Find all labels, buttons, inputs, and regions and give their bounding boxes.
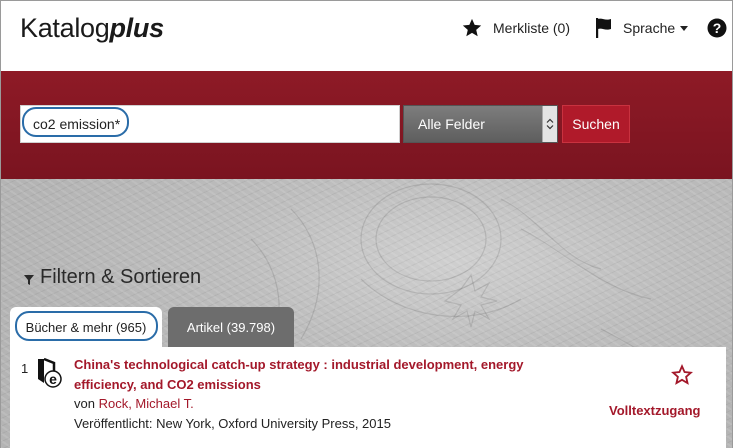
question-circle-icon: ? — [707, 18, 727, 38]
logo-text-plus: plus — [109, 13, 164, 43]
help-button[interactable]: ? — [707, 16, 733, 40]
star-icon — [462, 18, 482, 37]
chevron-down-icon — [680, 25, 689, 31]
fulltext-access-link[interactable]: Volltextzugang — [609, 403, 700, 418]
tab-highlight-outline — [15, 311, 158, 341]
author-prefix: von — [74, 396, 99, 411]
result-title-link[interactable]: China's technological catch-up strategy … — [74, 355, 524, 395]
result-published: Veröffentlicht: New York, Oxford Univers… — [74, 416, 391, 431]
search-field-select[interactable]: Alle Felder — [403, 105, 558, 143]
app-header: Katalogplus Merkliste (0) Sprache ? — [1, 1, 732, 71]
search-input[interactable] — [20, 105, 400, 143]
ebook-icon: e — [38, 357, 62, 388]
tab-articles-label: Artikel (39.798) — [186, 319, 276, 335]
filter-sort-toggle[interactable]: Filtern & Sortieren — [23, 266, 201, 289]
filter-heading-label: Filtern & Sortieren — [40, 266, 202, 288]
result-list-item: 1 e China's technological catch-up strat… — [10, 347, 726, 448]
tab-books[interactable]: Bücher & mehr (965) — [10, 307, 162, 347]
sprache-label: Sprache — [623, 20, 676, 36]
result-number: 1 — [21, 361, 29, 376]
search-band: Alle Felder Suchen — [1, 71, 732, 179]
tab-articles[interactable]: Artikel (39.798) — [168, 307, 294, 347]
search-submit-button[interactable]: Suchen — [562, 105, 630, 143]
language-dropdown[interactable]: Sprache — [595, 16, 689, 40]
select-arrow-icon — [542, 106, 557, 142]
flag-icon — [596, 18, 611, 38]
filter-icon — [24, 274, 34, 285]
katalogplus-logo[interactable]: Katalogplus — [20, 13, 164, 44]
svg-text:e: e — [49, 371, 57, 387]
result-author-line: von Rock, Michael T. — [74, 396, 194, 411]
author-link[interactable]: Rock, Michael T. — [99, 396, 194, 411]
svg-text:?: ? — [713, 20, 722, 36]
bookmark-star-icon[interactable] — [671, 364, 693, 386]
merkliste-label: Merkliste (0) — [493, 20, 571, 36]
logo-text-main: Katalog — [20, 13, 110, 43]
merkliste-link[interactable]: Merkliste (0) — [461, 16, 570, 40]
search-field-select-value: Alle Felder — [418, 116, 485, 132]
